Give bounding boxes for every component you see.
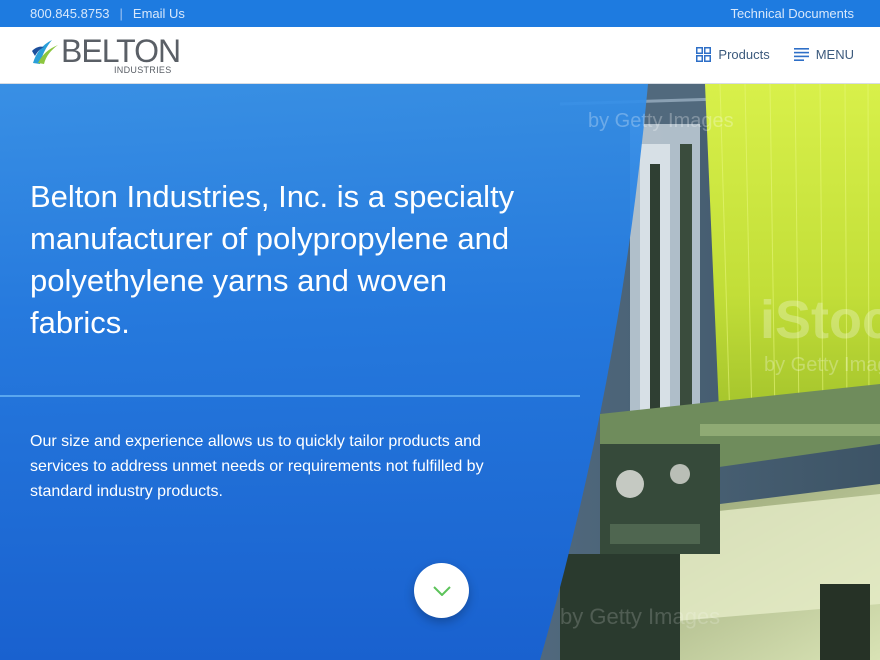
contact-links: 800.845.8753 | Email Us [30,6,185,21]
hero-subtext: Our size and experience allows us to qui… [30,433,484,500]
watermark-brand: iStock [760,290,880,350]
watermark-byline-bottom: by Getty Images [560,604,721,629]
logo-wordmark: BELTON [61,33,181,69]
watermark-byline-top: by Getty Images [588,110,734,132]
leaf-logo-icon [32,40,58,64]
watermark-byline: by Getty Images [764,354,880,376]
products-label: Products [718,47,770,62]
hero-section: iStock by Getty Images by Getty Images b… [0,84,880,660]
products-button[interactable]: Products [696,47,770,62]
contact-separator: | [119,6,123,21]
scroll-down-button[interactable] [414,563,469,618]
grid-icon [696,47,712,62]
belton-logo[interactable]: BELTON INDUSTRIES [30,33,181,77]
email-link[interactable]: Email Us [133,6,185,21]
hamburger-icon [793,48,809,61]
hero-divider [0,395,580,397]
technical-documents-link[interactable]: Technical Documents [730,6,854,21]
menu-button[interactable]: MENU [793,47,854,62]
phone-link[interactable]: 800.845.8753 [30,6,110,21]
utility-bar: 800.845.8753 | Email Us Technical Docume… [0,0,880,27]
hero-headline: Belton Industries, Inc. is a specialty m… [30,179,515,340]
main-nav: Products MENU [696,47,854,62]
menu-label: MENU [815,47,854,62]
chevron-down-icon [432,585,451,596]
logo-subtitle: INDUSTRIES [114,65,172,75]
site-header: BELTON INDUSTRIES Products MENU [0,27,880,84]
